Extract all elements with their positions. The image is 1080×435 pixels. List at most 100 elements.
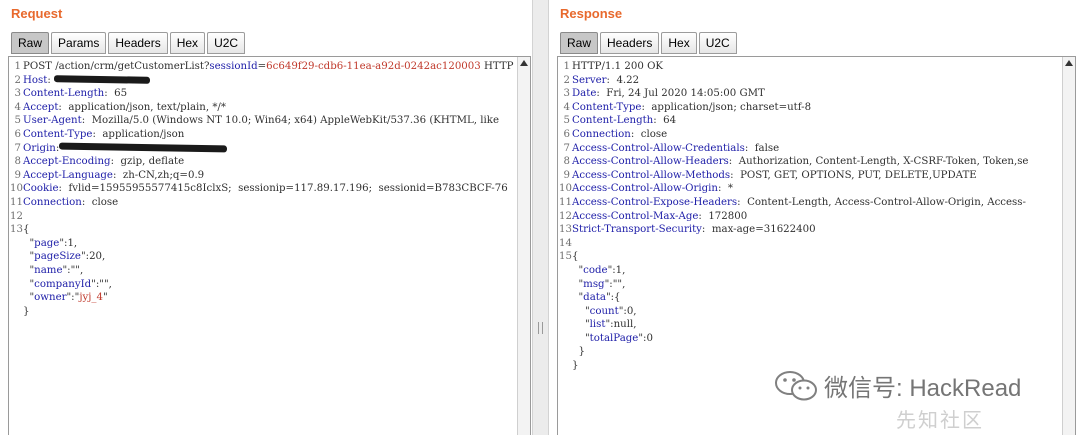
field-value: ": [572, 278, 584, 290]
line-number: 4: [14, 101, 21, 113]
request-tab-params[interactable]: Params: [51, 32, 107, 54]
field-value: HTTP: [480, 61, 514, 72]
splitter-grip-icon[interactable]: [538, 322, 543, 334]
field-name: Strict-Transport-Security: [572, 224, 702, 236]
field-value: ":0,: [618, 305, 637, 317]
line-text: {: [23, 223, 29, 237]
line-text: Access-Control-Allow-Origin: *: [572, 182, 733, 196]
field-value: ": [572, 292, 584, 304]
field-value: {: [23, 224, 30, 236]
code-line: 14: [558, 237, 1062, 251]
field-name: Accept-Language: [23, 169, 113, 181]
request-scrollbar[interactable]: [517, 57, 530, 435]
field-name: Server: [572, 74, 607, 86]
request-tab-headers[interactable]: Headers: [108, 32, 168, 54]
field-value: : close: [81, 196, 119, 208]
field-name: Connection: [23, 196, 82, 208]
line-number: 8: [563, 156, 570, 168]
field-value: }: [572, 346, 585, 358]
code-line: 13 Strict-Transport-Security: max-age=316…: [558, 223, 1062, 237]
field-name: Content-Type: [23, 128, 93, 140]
field-name: Content-Length: [572, 115, 654, 127]
field-name: Access-Control-Allow-Credentials: [572, 142, 745, 154]
field-name: Access-Control-Expose-Headers: [572, 196, 738, 208]
line-number: 2: [563, 74, 570, 86]
code-line: "count":0,: [558, 305, 1062, 319]
line-text: Content-Type: application/json: [23, 128, 184, 142]
field-value: ": [23, 237, 35, 249]
request-tab-hex[interactable]: Hex: [169, 32, 206, 54]
watermark: 微信号: HackRead: [774, 368, 1021, 403]
code-line: "page":1,: [9, 237, 517, 251]
line-number: 9: [14, 169, 21, 181]
line-text: POST /action/crm/getCustomerList?session…: [23, 60, 514, 74]
field-name: sessionId: [209, 61, 258, 72]
field-value: : *: [717, 183, 733, 195]
field-value: ":null,: [605, 319, 637, 331]
field-value: : close: [630, 128, 668, 140]
request-editor[interactable]: 1 POST /action/crm/getCustomerList?sessio…: [8, 56, 531, 435]
field-value: ": [23, 251, 35, 263]
code-line: }: [9, 305, 517, 319]
line-text: }: [572, 359, 578, 373]
line-text: Content-Length: 65: [23, 87, 127, 101]
field-value: {: [572, 251, 579, 263]
code-line: 11 Connection: close: [9, 196, 517, 210]
request-tab-u2c[interactable]: U2C: [207, 32, 246, 54]
line-text: "data":{: [572, 291, 620, 305]
field-name: data: [583, 292, 606, 304]
code-line: "owner":"jyj_4": [9, 291, 517, 305]
scroll-up-arrow-icon[interactable]: [520, 60, 528, 66]
response-tab-raw[interactable]: Raw: [560, 32, 599, 54]
line-text: "name":"",: [23, 264, 83, 278]
response-scrollbar[interactable]: [1062, 57, 1075, 435]
line-text: Cookie: fvlid=15955955577415c8IclxS; ses…: [23, 182, 508, 196]
line-number: 2: [14, 74, 21, 86]
field-value: ":1,: [607, 264, 626, 276]
code-line: 3 Content-Length: 65: [9, 87, 517, 101]
code-line: 6 Connection: close: [558, 128, 1062, 142]
wechat-icon: [775, 370, 817, 400]
code-line: 5 Content-Length: 64: [558, 114, 1062, 128]
field-name: Connection: [572, 128, 631, 140]
line-number: 3: [563, 88, 570, 100]
line-text: Access-Control-Allow-Headers: Authorizat…: [572, 155, 1028, 169]
field-value: ": [572, 319, 590, 331]
response-tabs: Raw Headers Hex U2C: [560, 31, 739, 55]
line-number: 13: [10, 224, 23, 236]
scroll-up-arrow-icon[interactable]: [1065, 60, 1073, 66]
line-text: }: [23, 305, 29, 319]
watermark-text: 微信号: HackRead: [824, 375, 1022, 402]
code-line: 4 Accept: application/json, text/plain, *…: [9, 101, 517, 115]
code-line: 15{: [558, 250, 1062, 264]
field-name: Access-Control-Allow-Origin: [572, 183, 718, 195]
field-value: : application/json: [92, 128, 185, 140]
line-number: 15: [559, 251, 572, 263]
line-number: 4: [563, 101, 570, 113]
field-value: : false: [744, 142, 780, 154]
code-line: 7 Origin:: [9, 142, 517, 156]
line-text: {: [572, 250, 578, 264]
field-value: ": [572, 264, 584, 276]
code-line: 13{: [9, 223, 517, 237]
field-name: count: [589, 305, 619, 317]
line-text: Content-Length: 64: [572, 114, 676, 128]
panel-splitter[interactable]: [532, 0, 549, 435]
line-number: 7: [563, 142, 570, 154]
field-value: : 64: [653, 115, 677, 127]
response-tab-headers[interactable]: Headers: [600, 32, 660, 54]
response-tab-hex[interactable]: Hex: [661, 32, 697, 54]
request-panel: Request Raw Params Headers Hex U2C 1 POST…: [0, 0, 532, 435]
field-value: : fvlid=15955955577415c8IclxS; sessionip…: [58, 183, 508, 195]
response-tab-u2c[interactable]: U2C: [698, 32, 737, 54]
field-value: ":0: [638, 332, 653, 344]
line-number: 8: [14, 156, 21, 168]
request-lines: 1 POST /action/crm/getCustomerList?sessio…: [9, 60, 517, 318]
field-value: : application/json; charset=utf-8: [641, 101, 812, 113]
field-value: ":"",: [604, 278, 626, 290]
code-line: 9 Access-Control-Allow-Methods: POST, GET…: [558, 169, 1062, 183]
code-line: 12 Access-Control-Max-Age: 172800: [558, 210, 1062, 224]
field-value: : zh-CN,zh;q=0.9: [112, 169, 205, 181]
code-line: 8 Access-Control-Allow-Headers: Authoriza…: [558, 155, 1062, 169]
request-tab-raw[interactable]: Raw: [11, 32, 50, 54]
